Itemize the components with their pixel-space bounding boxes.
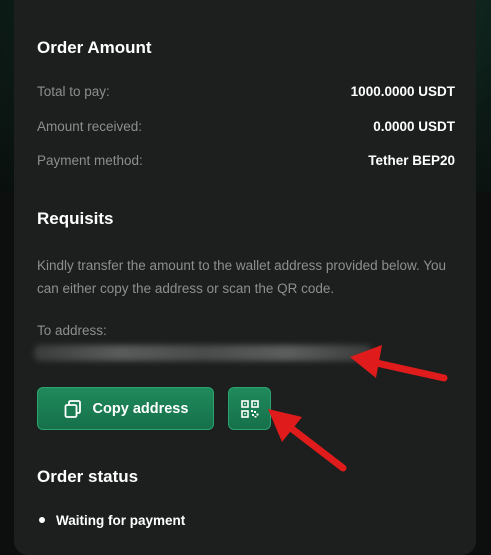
copy-icon [64, 399, 81, 418]
bullet-icon [39, 517, 45, 523]
qr-code-icon [240, 399, 259, 418]
payment-card: Order Amount Total to pay: 1000.0000 USD… [14, 0, 476, 555]
requisits-title: Requisits [37, 209, 114, 228]
total-to-pay-row: Total to pay: 1000.0000 USDT [37, 84, 455, 102]
amount-received-label: Amount received: [37, 119, 143, 134]
wallet-address-value[interactable] [34, 345, 372, 361]
payment-method-row: Payment method: Tether BEP20 [37, 153, 455, 171]
show-qr-code-button[interactable] [228, 387, 271, 430]
amount-received-value: 0.0000 USDT [373, 119, 455, 134]
copy-address-button[interactable]: Copy address [37, 387, 214, 430]
order-status-text: Waiting for payment [56, 512, 186, 528]
total-to-pay-value: 1000.0000 USDT [350, 84, 455, 99]
order-status-item: Waiting for payment [39, 511, 185, 529]
order-status-title: Order status [37, 467, 139, 486]
requisits-description: Kindly transfer the amount to the wallet… [37, 258, 447, 296]
order-amount-title: Order Amount [37, 38, 152, 57]
total-to-pay-label: Total to pay: [37, 84, 110, 99]
address-label: To address: [37, 323, 107, 338]
payment-method-value: Tether BEP20 [368, 153, 455, 168]
payment-method-label: Payment method: [37, 153, 143, 168]
copy-address-label: Copy address [92, 400, 189, 417]
amount-received-row: Amount received: 0.0000 USDT [37, 119, 455, 137]
